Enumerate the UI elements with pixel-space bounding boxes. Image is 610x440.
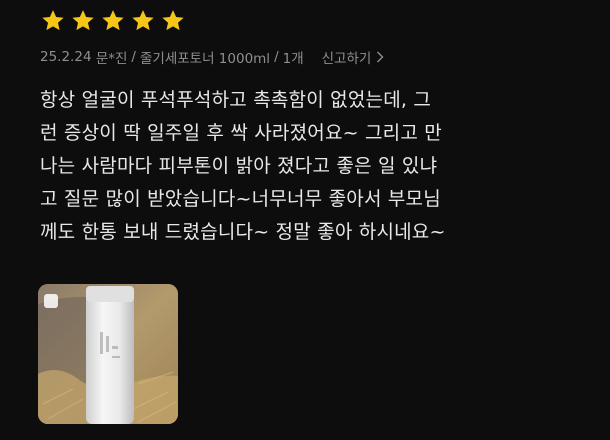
review-date: 25.2.24 <box>40 49 92 65</box>
review-body: 항상 얼굴이 푸석푸석하고 촉촉함이 없었는데, 그 런 증상이 딱 일주일 후… <box>40 84 585 249</box>
report-button[interactable]: 신고하기 <box>322 47 385 67</box>
meta-separator: / <box>131 49 136 65</box>
star-icon <box>162 10 184 31</box>
report-label: 신고하기 <box>321 51 372 67</box>
star-icon <box>102 10 124 31</box>
review-photo-thumbnail[interactable] <box>38 284 178 424</box>
review-line: 께도 한통 보내 드렸습니다~ 정말 좋아 하시네요~ <box>40 221 446 243</box>
star-rating <box>40 8 186 34</box>
review-quantity: 1개 <box>282 51 304 67</box>
review-line: 고 질문 많이 받았습니다~너무너무 좋아서 부모님 <box>40 188 441 210</box>
review-line: 런 증상이 딱 일주일 후 싹 사라졌어요~ 그리고 만 <box>40 122 442 144</box>
meta-separator: / <box>274 49 279 65</box>
review-line: 나는 사람마다 피부톤이 밝아 졌다고 좋은 일 있냐 <box>40 155 438 177</box>
star-icon <box>72 10 94 31</box>
photo-image <box>38 284 178 424</box>
chevron-right-icon <box>377 51 384 63</box>
star-icon <box>42 10 64 31</box>
review-author: 문*진 <box>95 51 128 67</box>
review-meta: 25.2.24 문*진 / 줄기세포토너 1000ml / 1개 신고하기 <box>40 47 384 67</box>
review-product-option: 줄기세포토너 1000ml <box>139 51 271 67</box>
star-icon <box>132 10 154 31</box>
review-line: 항상 얼굴이 푸석푸석하고 촉촉함이 없었는데, 그 <box>40 89 432 111</box>
